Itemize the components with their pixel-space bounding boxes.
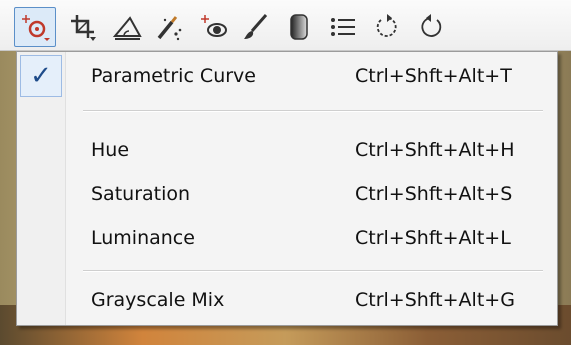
menu-item-label: Luminance <box>91 227 195 249</box>
brush-button[interactable] <box>236 9 274 45</box>
menu-item-label: Grayscale Mix <box>91 289 225 311</box>
list-button[interactable] <box>324 9 362 45</box>
spot-heal-button[interactable] <box>150 9 188 45</box>
menu-item-parametric-curve[interactable]: Parametric Curve Ctrl+Shft+Alt+T <box>65 58 557 94</box>
menu-item-grayscale-mix[interactable]: Grayscale Mix Ctrl+Shft+Alt+G <box>65 282 557 318</box>
straighten-icon <box>112 16 142 40</box>
rotate-left-icon <box>376 14 397 37</box>
radial-filter-button[interactable] <box>14 7 56 47</box>
menu-item-shortcut: Ctrl+Shft+Alt+T <box>355 65 512 87</box>
radial-filter-icon <box>22 15 50 41</box>
list-icon <box>331 18 355 36</box>
menu-item-label: Hue <box>91 139 130 161</box>
menu-item-label: Parametric Curve <box>91 65 256 87</box>
menu-item-shortcut: Ctrl+Shft+Alt+H <box>355 139 515 161</box>
menu-item-label: Saturation <box>91 183 191 205</box>
check-icon: ✓ <box>20 55 62 97</box>
menu-item-hue[interactable]: Hue Ctrl+Shft+Alt+H <box>65 132 557 168</box>
straighten-button[interactable] <box>108 9 146 45</box>
menu-item-shortcut: Ctrl+Shft+Alt+L <box>355 227 511 249</box>
rotate-left-button[interactable] <box>368 9 406 45</box>
menu-gutter: ✓ <box>17 52 66 325</box>
red-eye-button[interactable] <box>194 9 232 45</box>
brush-icon <box>244 14 268 39</box>
menu-separator <box>83 270 543 272</box>
crop-button[interactable] <box>64 9 102 45</box>
crop-icon <box>71 15 96 41</box>
menu-item-luminance[interactable]: Luminance Ctrl+Shft+Alt+L <box>65 220 557 256</box>
menu-item-shortcut: Ctrl+Shft+Alt+G <box>355 289 515 311</box>
gradient-icon <box>290 14 308 40</box>
rotate-right-button[interactable] <box>412 9 450 45</box>
rotate-right-icon <box>421 14 442 37</box>
menu-item-shortcut: Ctrl+Shft+Alt+S <box>355 183 513 205</box>
menu-separator <box>83 110 543 112</box>
gradient-button[interactable] <box>280 9 318 45</box>
spot-heal-icon <box>157 16 182 41</box>
red-eye-icon <box>201 15 227 37</box>
menu-item-saturation[interactable]: Saturation Ctrl+Shft+Alt+S <box>65 176 557 212</box>
adjustment-menu: ✓ Parametric Curve Ctrl+Shft+Alt+T Hue C… <box>16 51 558 326</box>
toolbar <box>0 0 571 51</box>
